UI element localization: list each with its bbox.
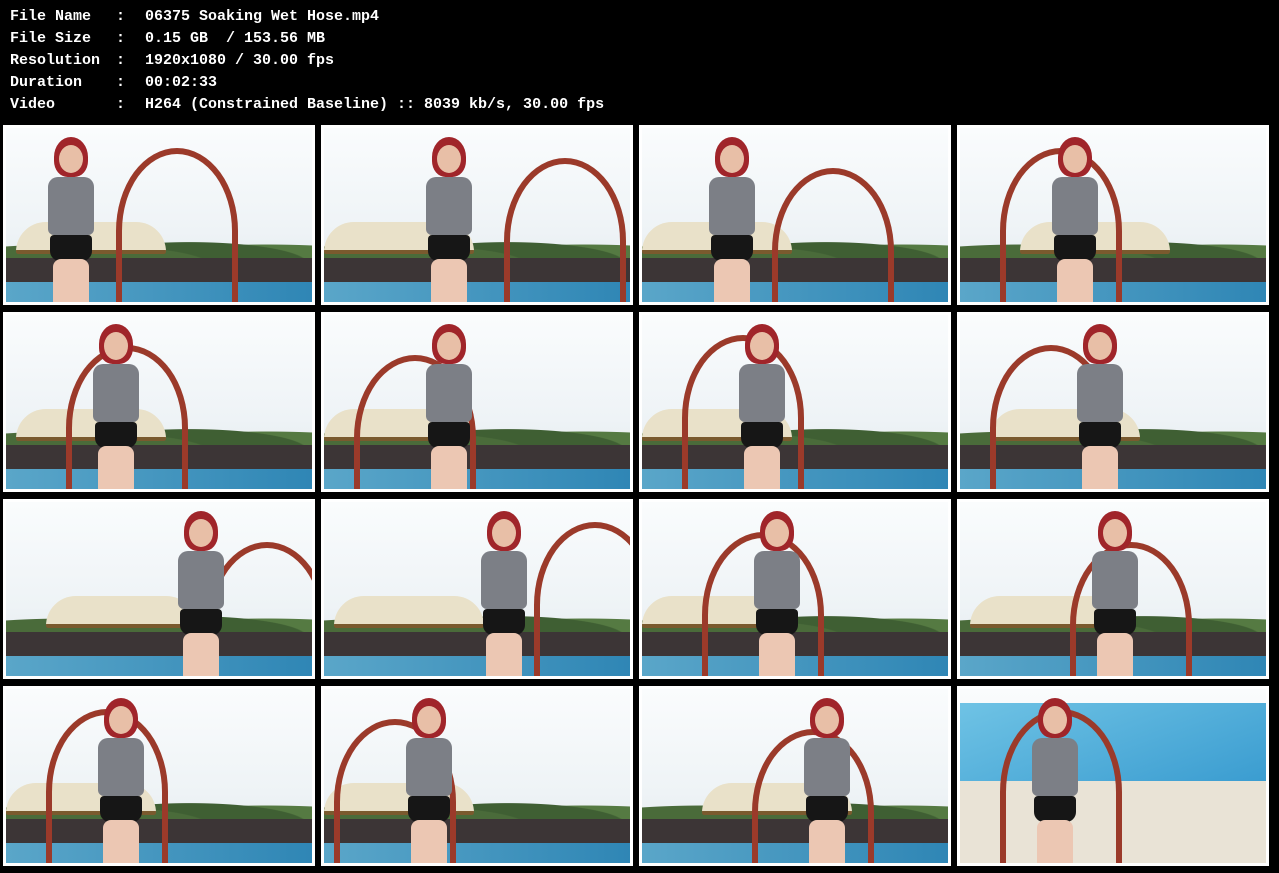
video-thumbnail — [639, 686, 951, 866]
info-key: Duration — [10, 74, 83, 91]
info-separator: : — [116, 30, 126, 47]
info-row-duration: Duration : 00:02:33 — [10, 72, 604, 94]
video-thumbnail — [957, 125, 1269, 305]
video-thumbnail — [3, 125, 315, 305]
info-row-file-name: File Name : 06375 Soaking Wet Hose.mp4 — [10, 6, 604, 28]
info-key: Video — [10, 96, 56, 113]
video-thumbnail — [957, 499, 1269, 679]
info-separator: : — [116, 8, 126, 25]
info-key: File Size — [10, 30, 92, 47]
video-thumbnail — [639, 499, 951, 679]
info-row-resolution: Resolution : 1920x1080 / 30.00 fps — [10, 50, 604, 72]
thumbnail-sheet — [0, 122, 1279, 873]
thumbnail-grid — [3, 125, 1269, 866]
video-info-panel: File Name : 06375 Soaking Wet Hose.mp4 F… — [10, 6, 604, 116]
video-thumbnail — [3, 686, 315, 866]
video-thumbnail — [639, 125, 951, 305]
info-row-video: Video : H264 (Constrained Baseline) :: 8… — [10, 94, 604, 116]
info-key: Resolution — [10, 52, 101, 69]
info-value: 06375 Soaking Wet Hose.mp4 — [145, 8, 380, 25]
video-thumbnail — [321, 125, 633, 305]
video-thumbnail — [321, 312, 633, 492]
video-thumbnail — [639, 312, 951, 492]
video-thumbnail — [321, 686, 633, 866]
video-thumbnail — [321, 499, 633, 679]
info-value: 1920x1080 / 30.00 fps — [145, 52, 335, 69]
video-thumbnail — [957, 686, 1269, 866]
info-value: 00:02:33 — [145, 74, 218, 91]
info-separator: : — [116, 74, 126, 91]
info-value: 0.15 GB / 153.56 MB — [145, 30, 326, 47]
video-thumbnail — [3, 312, 315, 492]
info-separator: : — [116, 52, 126, 69]
info-key: File Name — [10, 8, 92, 25]
video-thumbnail — [957, 312, 1269, 492]
video-thumbnail — [3, 499, 315, 679]
info-separator: : — [116, 96, 126, 113]
info-row-file-size: File Size : 0.15 GB / 153.56 MB — [10, 28, 604, 50]
info-value: H264 (Constrained Baseline) :: 8039 kb/s… — [145, 96, 605, 113]
